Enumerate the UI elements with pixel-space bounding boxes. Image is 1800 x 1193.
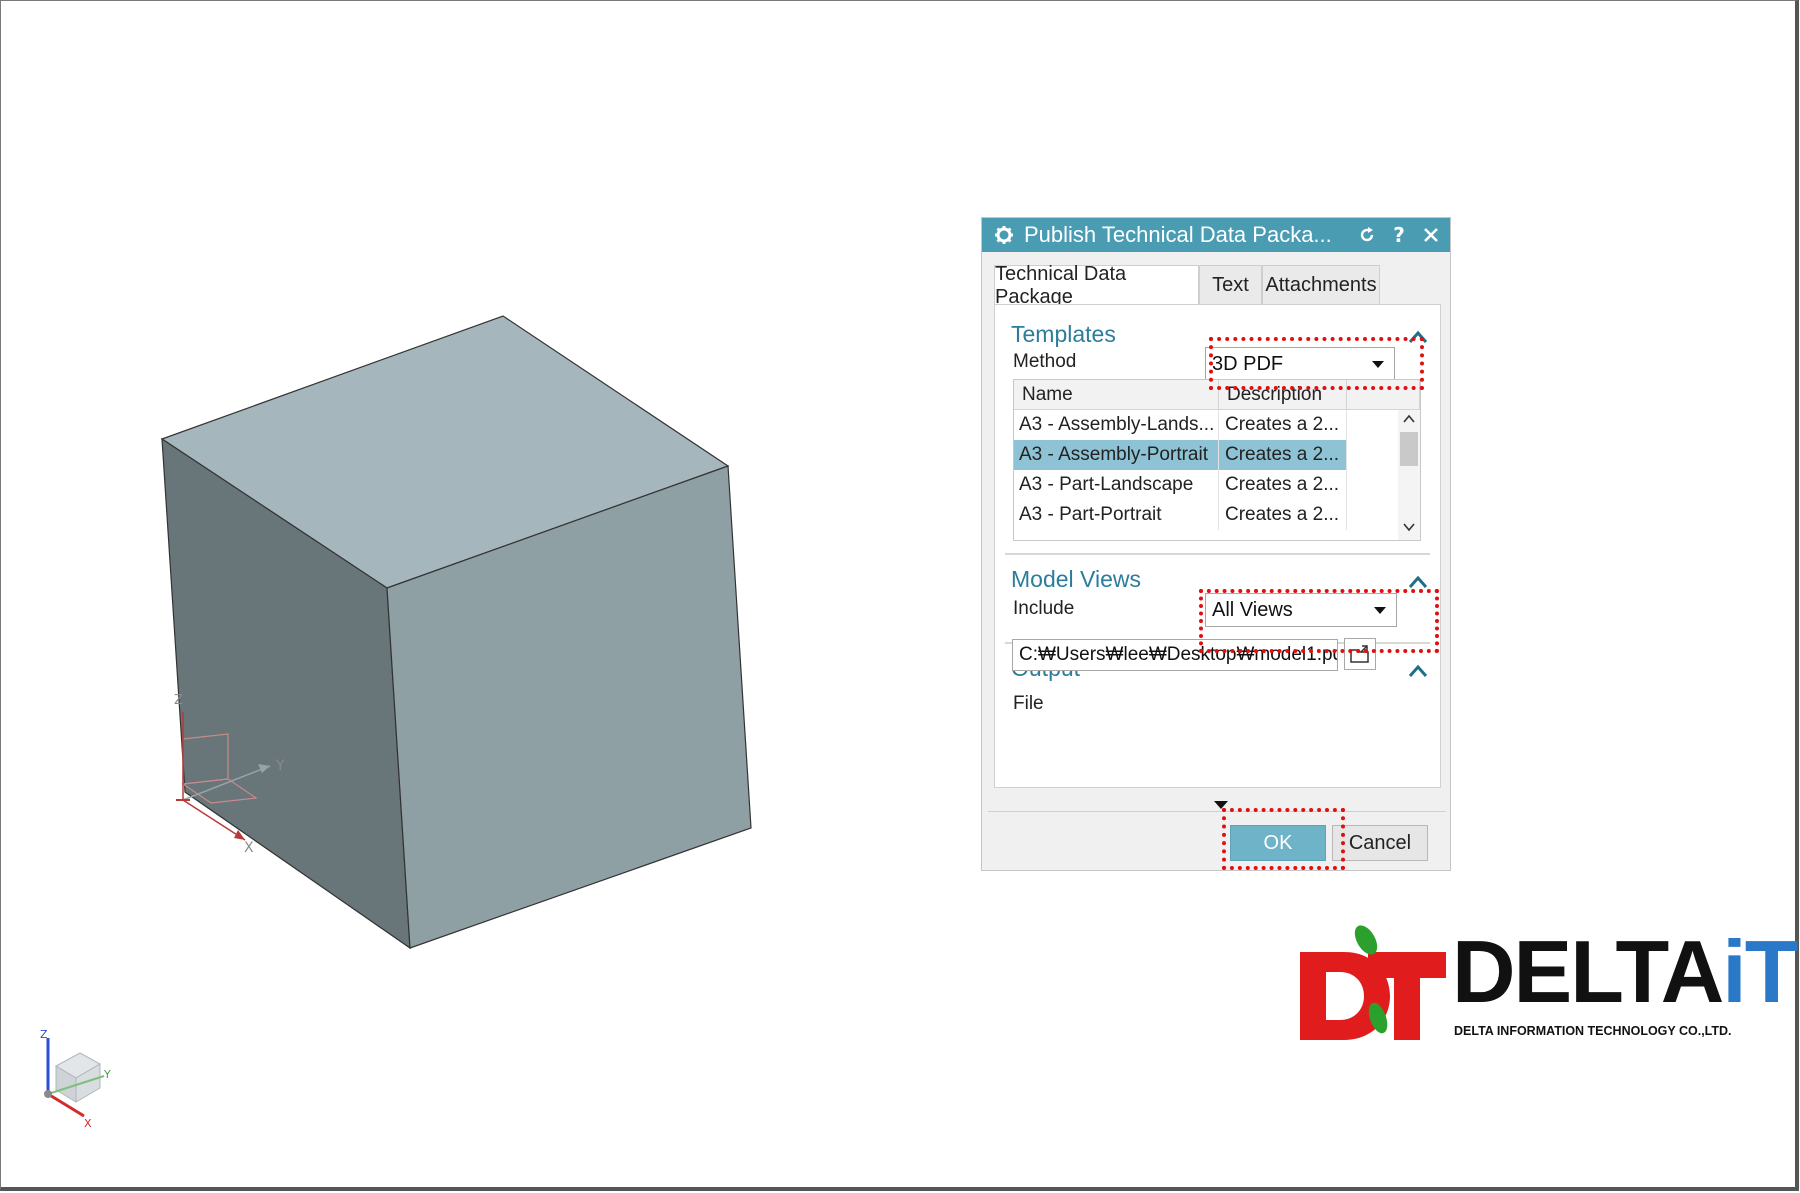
highlight-include bbox=[1199, 589, 1439, 653]
include-label: Include bbox=[1013, 598, 1075, 619]
publish-tdp-dialog: Publish Technical Data Packa... ? Techni… bbox=[981, 217, 1451, 871]
row-name: A3 - Assembly-Lands... bbox=[1014, 410, 1219, 440]
dialog-title: Publish Technical Data Packa... bbox=[1024, 222, 1332, 247]
model-views-section-title[interactable]: Model Views bbox=[1011, 566, 1141, 593]
row-name: A3 - Part-Landscape bbox=[1014, 470, 1219, 500]
tab-text[interactable]: Text bbox=[1199, 265, 1262, 305]
dialog-titlebar[interactable]: Publish Technical Data Packa... ? bbox=[982, 218, 1450, 252]
gear-icon bbox=[992, 223, 1016, 247]
row-description: Creates a 2... bbox=[1219, 410, 1347, 440]
logo-subtitle: DELTA INFORMATION TECHNOLOGY CO.,LTD. bbox=[1454, 1024, 1732, 1038]
scroll-down-icon[interactable] bbox=[1403, 522, 1415, 532]
collapse-model-views-icon[interactable] bbox=[1407, 574, 1429, 590]
highlight-method bbox=[1209, 337, 1424, 390]
logo-it-text: iT bbox=[1722, 922, 1798, 1021]
table-row[interactable]: A3 - Part-Landscape Creates a 2... bbox=[1014, 470, 1399, 500]
row-description: Creates a 2... bbox=[1219, 470, 1347, 500]
templates-table: Name Description A3 - Assembly-Lands... … bbox=[1013, 379, 1421, 541]
tab-attachments[interactable]: Attachments bbox=[1262, 265, 1380, 305]
scroll-thumb[interactable] bbox=[1400, 432, 1418, 466]
scroll-up-icon[interactable] bbox=[1403, 414, 1415, 424]
logo-delta-text: DELTA bbox=[1452, 922, 1724, 1021]
row-description: Creates a 2... bbox=[1219, 500, 1347, 530]
section-divider bbox=[1005, 553, 1430, 555]
logo-wordmark: DELTAiT bbox=[1452, 928, 1798, 1016]
footer-divider bbox=[988, 811, 1446, 812]
table-row[interactable]: A3 - Part-Portrait Creates a 2... bbox=[1014, 500, 1399, 530]
help-icon[interactable]: ? bbox=[1388, 223, 1410, 247]
row-name: A3 - Assembly-Portrait bbox=[1014, 440, 1219, 470]
row-name: A3 - Part-Portrait bbox=[1014, 500, 1219, 530]
dt-logo-mark: DT bbox=[1298, 922, 1446, 1040]
table-scrollbar[interactable] bbox=[1398, 410, 1420, 540]
cancel-button[interactable]: Cancel bbox=[1332, 825, 1428, 861]
csys-z-label: Z bbox=[174, 693, 183, 708]
table-row[interactable]: A3 - Assembly-Lands... Creates a 2... bbox=[1014, 410, 1399, 440]
csys-y-label: Y bbox=[275, 758, 285, 774]
column-header-name[interactable]: Name bbox=[1014, 380, 1219, 410]
triad-x-label: X bbox=[84, 1117, 92, 1130]
table-row-selected[interactable]: A3 - Assembly-Portrait Creates a 2... bbox=[1014, 440, 1347, 470]
highlight-ok bbox=[1222, 808, 1345, 870]
templates-section-title[interactable]: Templates bbox=[1011, 321, 1116, 348]
close-icon[interactable] bbox=[1420, 224, 1442, 246]
triad-y-label: Y bbox=[103, 1068, 111, 1081]
dialog-tabs: Technical Data Package Text Attachments bbox=[994, 263, 1441, 308]
method-label: Method bbox=[1013, 351, 1077, 372]
row-description: Creates a 2... bbox=[1219, 440, 1347, 470]
triad-z-label: Z bbox=[40, 1028, 48, 1041]
logo-dt-text: DT bbox=[1298, 922, 1300, 923]
tab-technical-data-package[interactable]: Technical Data Package bbox=[994, 263, 1199, 308]
file-label: File bbox=[1013, 693, 1044, 714]
collapse-output-icon[interactable] bbox=[1407, 663, 1429, 679]
csys-x-label: X bbox=[244, 840, 254, 856]
delta-it-logo: DT DELTAiT DELTA INFORMATION TECHNOLOGY … bbox=[1298, 922, 1798, 1044]
reset-icon[interactable] bbox=[1356, 224, 1378, 246]
view-triad[interactable]: Z Y X bbox=[40, 1028, 111, 1130]
